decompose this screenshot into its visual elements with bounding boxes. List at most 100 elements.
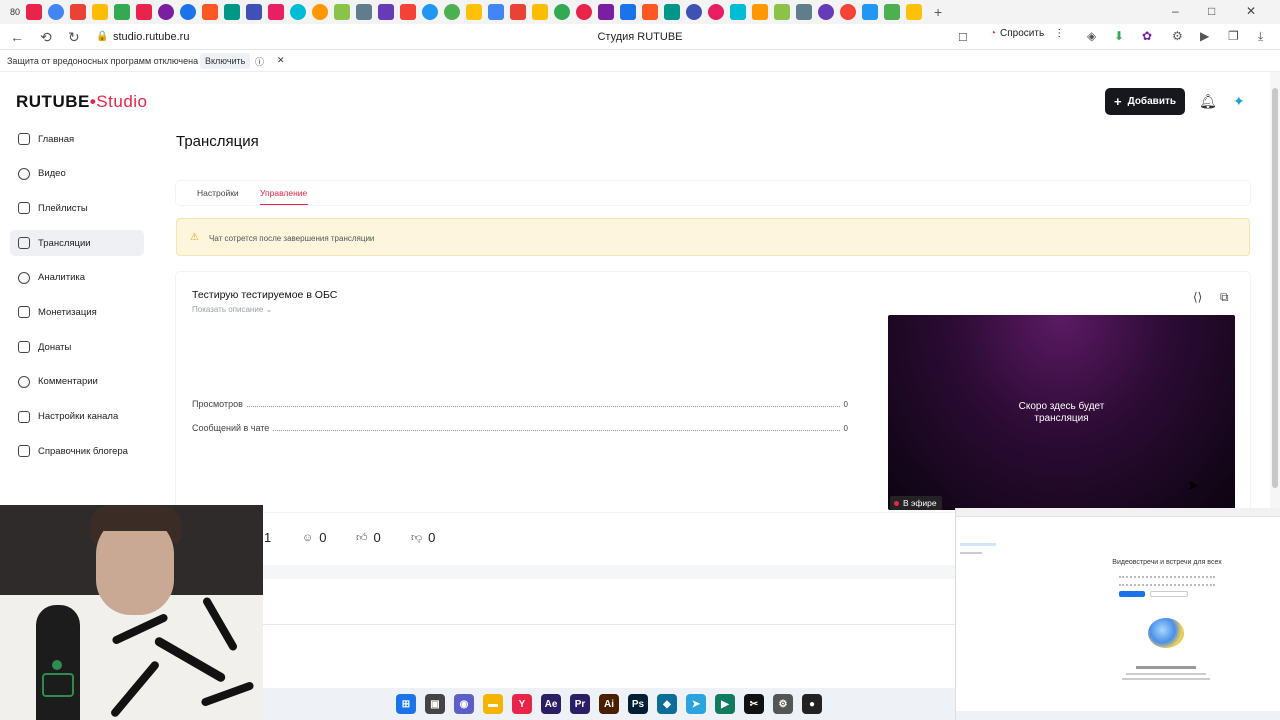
tab-favicon-icon[interactable]: [730, 4, 746, 20]
tab-favicon-icon[interactable]: [818, 4, 834, 20]
sidebar-item[interactable]: Главная: [10, 126, 144, 152]
back-icon[interactable]: ←: [10, 29, 24, 45]
tab-favicon-icon[interactable]: [422, 4, 438, 20]
tab-favicon-icon[interactable]: [290, 4, 306, 20]
tab-favicon-icon[interactable]: [598, 4, 614, 20]
tab-favicon-icon[interactable]: [576, 4, 592, 20]
extension-icon[interactable]: ◈: [1087, 29, 1096, 43]
sidebar-item[interactable]: Плейлисты: [10, 195, 144, 221]
sidebar-item[interactable]: Монетизация: [10, 299, 144, 325]
url-field[interactable]: studio.rutube.ru: [113, 31, 189, 43]
tab-favicon-icon[interactable]: [664, 4, 680, 20]
after-effects-icon[interactable]: Ae: [541, 694, 561, 714]
telegram-icon[interactable]: ➤: [686, 694, 706, 714]
tab-count[interactable]: 80: [6, 7, 24, 17]
settings-icon[interactable]: ⚙: [1172, 29, 1183, 43]
premiere-icon[interactable]: Pr: [570, 694, 590, 714]
media-icon[interactable]: ▶: [1200, 29, 1209, 43]
show-description-link[interactable]: Показать описание ⌄: [192, 305, 272, 314]
sidebar-item[interactable]: Трансляции: [10, 230, 144, 257]
tab-favicon-icon[interactable]: [70, 4, 86, 20]
photoshop-icon[interactable]: Ps: [628, 694, 648, 714]
tab-favicon-icon[interactable]: [488, 4, 504, 20]
tab-favicon-icon[interactable]: [686, 4, 702, 20]
tab-favicon-icon[interactable]: [906, 4, 922, 20]
tab-favicon-icon[interactable]: [554, 4, 570, 20]
stream-player[interactable]: Скоро здесь будет трансляция В эфире: [888, 315, 1235, 510]
tab-favicon-icon[interactable]: [884, 4, 900, 20]
like-counter[interactable]: 👍︎ 0: [356, 530, 381, 545]
new-tab-icon[interactable]: +: [934, 4, 942, 20]
green-app-icon[interactable]: ▶: [715, 694, 735, 714]
reload-icon[interactable]: ↻: [68, 29, 80, 46]
obs-icon[interactable]: ●: [802, 694, 822, 714]
tab-favicon-icon[interactable]: [48, 4, 64, 20]
tab-settings[interactable]: Настройки: [197, 188, 239, 198]
explorer-icon[interactable]: ▬: [483, 694, 503, 714]
ask-button[interactable]: ◔ Спросить ⋮: [990, 28, 1064, 39]
tab-favicon-icon[interactable]: [532, 4, 548, 20]
bell-icon[interactable]: 🔔︎: [1199, 93, 1217, 110]
tab-favicon-icon[interactable]: [202, 4, 218, 20]
protection-enable-button[interactable]: Включить: [200, 53, 251, 69]
task-view-icon[interactable]: ▣: [425, 694, 445, 714]
tab-favicon-icon[interactable]: [400, 4, 416, 20]
sidebar-item[interactable]: Комментарии: [10, 369, 144, 395]
sidebar-item[interactable]: Видео: [10, 161, 144, 187]
windows-start-icon[interactable]: ⊞: [396, 694, 416, 714]
extension-icon[interactable]: ✿: [1142, 29, 1152, 43]
sidebar-item[interactable]: Аналитика: [10, 265, 144, 291]
tab-favicon-icon[interactable]: [752, 4, 768, 20]
rutube-studio-logo[interactable]: RUTUBE•Studio: [16, 92, 148, 112]
tab-favicon-icon[interactable]: [444, 4, 460, 20]
dislike-counter[interactable]: 👎︎ 0: [411, 530, 435, 545]
scrollbar[interactable]: [1270, 72, 1280, 508]
gear-icon[interactable]: ⚙: [773, 694, 793, 714]
tab-favicon-icon[interactable]: [224, 4, 240, 20]
minimize-icon[interactable]: –: [1172, 4, 1179, 18]
chat-icon[interactable]: ◉: [454, 694, 474, 714]
tab-favicon-icon[interactable]: [378, 4, 394, 20]
tab-management[interactable]: Управление: [260, 188, 307, 198]
tab-favicon-icon[interactable]: [356, 4, 372, 20]
history-icon[interactable]: ⟲: [40, 29, 52, 46]
tab-favicon-icon[interactable]: [840, 4, 856, 20]
tab-favicon-icon[interactable]: [180, 4, 196, 20]
avatar[interactable]: ✦: [1233, 93, 1249, 109]
sidebar-item[interactable]: Справочник блогера: [10, 438, 144, 464]
tab-favicon-icon[interactable]: [510, 4, 526, 20]
tab-favicon[interactable]: [26, 4, 42, 20]
capcut-icon[interactable]: ✂: [744, 694, 764, 714]
share-icon[interactable]: ⟨⟩: [1193, 290, 1202, 304]
tab-favicon-icon[interactable]: [92, 4, 108, 20]
bookmark-icon[interactable]: ☐: [958, 31, 968, 44]
tab-favicon-icon[interactable]: [246, 4, 262, 20]
help-circle-icon[interactable]: ⓘ: [255, 55, 264, 68]
download-icon[interactable]: ⬇: [1114, 29, 1124, 43]
app-icon[interactable]: ◆: [657, 694, 677, 714]
tab-favicon-icon[interactable]: [312, 4, 328, 20]
tab-favicon-icon[interactable]: [862, 4, 878, 20]
illustrator-icon[interactable]: Ai: [599, 694, 619, 714]
sidebar-item[interactable]: Донаты: [10, 334, 144, 360]
sidebar-item[interactable]: Настройки канала: [10, 404, 144, 430]
add-button[interactable]: + Добавить: [1105, 88, 1185, 115]
scrollbar-thumb[interactable]: [1272, 88, 1278, 488]
tab-favicon-icon[interactable]: [114, 4, 130, 20]
collections-icon[interactable]: ❐: [1228, 29, 1239, 43]
tab-favicon-icon[interactable]: [466, 4, 482, 20]
tab-favicon-icon[interactable]: [268, 4, 284, 20]
download-icon[interactable]: ⤓: [1258, 29, 1263, 44]
tab-favicon-icon[interactable]: [334, 4, 350, 20]
tab-favicon-icon[interactable]: [796, 4, 812, 20]
tab-favicon-icon[interactable]: [642, 4, 658, 20]
close-window-icon[interactable]: ✕: [1246, 4, 1256, 18]
lock-icon[interactable]: 🔒: [96, 31, 108, 42]
tab-favicon-icon[interactable]: [136, 4, 152, 20]
tab-favicon-icon[interactable]: [708, 4, 724, 20]
tab-favicon-icon[interactable]: [774, 4, 790, 20]
close-icon[interactable]: ✕: [277, 55, 285, 66]
tab-favicon-icon[interactable]: [158, 4, 174, 20]
external-link-icon[interactable]: ⧉: [1220, 290, 1229, 305]
yandex-browser-icon[interactable]: Y: [512, 694, 532, 714]
